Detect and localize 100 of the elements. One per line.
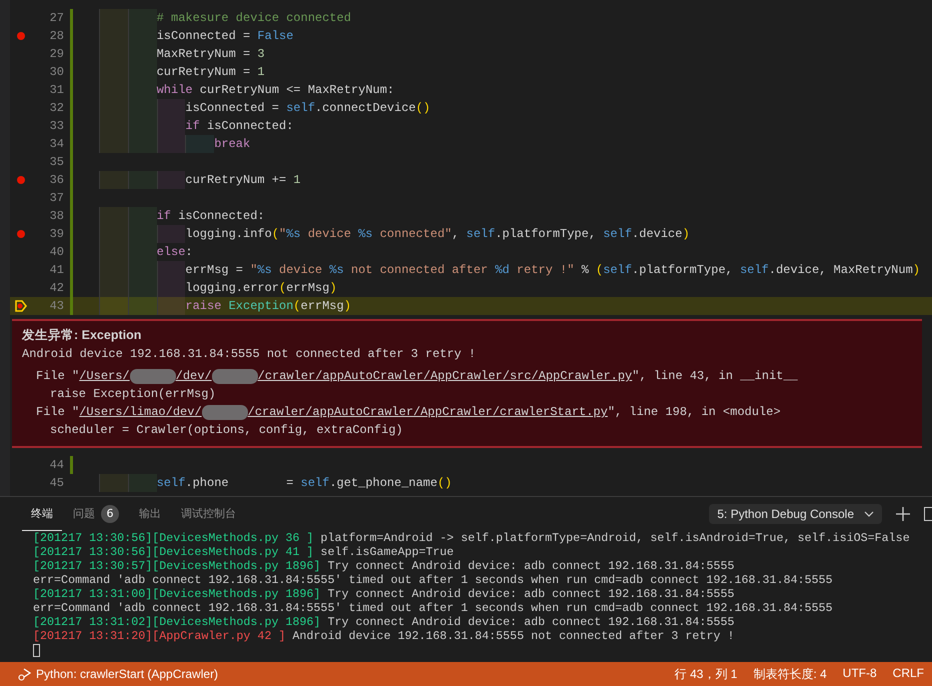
line-number: 41 xyxy=(48,263,64,277)
indent-guide xyxy=(99,135,128,153)
line-number: 33 xyxy=(48,119,64,133)
line-number: 44 xyxy=(48,458,64,472)
line-number: 27 xyxy=(48,11,64,25)
terminal-line: [201217 13:31:20][AppCrawler.py 42 ] Android device 192.168.31.84:5555 not connected after 3 retry ! xyxy=(33,629,736,643)
code-text: self.phone = self.get_phone_name() xyxy=(156,476,452,490)
file-path-link[interactable]: /Users/limao/dev/ xyxy=(79,405,202,419)
exception-message: Android device 192.168.31.84:5555 not connected after 3 retry ! xyxy=(22,347,477,361)
code-text: errMsg = "%s device %s not connected after %d retry !" % (self.platformType, self.device, MaxRetryNum) xyxy=(185,263,920,277)
indent-guide xyxy=(128,279,157,297)
indent-guide xyxy=(99,9,128,27)
terminal-dropdown[interactable]: 5: Python Debug Console xyxy=(709,504,882,524)
line-number: 42 xyxy=(48,281,64,295)
code-text: curRetryNum += 1 xyxy=(185,173,301,187)
terminal-line: [201217 13:31:02][DevicesMethods.py 1896] Try connect Android device: adb connect 192.168.31.84:5555 xyxy=(33,615,736,629)
code-text: # makesure device connected xyxy=(156,11,352,25)
panel-tab[interactable]: 输出 xyxy=(130,497,170,531)
status-item[interactable]: UTF-8 xyxy=(842,666,877,682)
indent-guide xyxy=(128,207,157,225)
line-number: 38 xyxy=(48,209,64,223)
code-text: MaxRetryNum = 3 xyxy=(156,47,265,61)
indent-guide xyxy=(156,99,186,117)
indent-guide xyxy=(128,171,157,189)
redaction-block xyxy=(130,368,176,384)
stack-frame-text: File " xyxy=(36,405,80,419)
line-number: 31 xyxy=(48,83,64,97)
indent-guide xyxy=(156,279,186,297)
stack-frame-text: ", line 198, in <module> xyxy=(608,405,781,419)
terminal-line: err=Command 'adb connect 192.168.31.84:5555' timed out after 1 seconds when run cmd=adb connect 192.168.31.84:5555 xyxy=(33,573,834,587)
code-text: isConnected = self.connectDevice() xyxy=(185,101,430,115)
line-number: 36 xyxy=(48,173,64,187)
line-number: 40 xyxy=(48,245,64,259)
breakpoint-icon[interactable] xyxy=(17,32,25,40)
file-path-link[interactable]: /Users/ xyxy=(79,369,130,383)
breakpoint-icon[interactable] xyxy=(17,176,25,184)
count-badge: 6 xyxy=(101,504,119,522)
chevron-down-icon xyxy=(864,511,874,517)
file-path-link[interactable]: /dev/ xyxy=(176,369,212,383)
panel-tab[interactable]: 终端 xyxy=(22,497,62,531)
stack-frame-code: scheduler = Crawler(options, config, extraConfig) xyxy=(49,422,404,439)
plus-icon[interactable] xyxy=(896,507,910,521)
line-number: 35 xyxy=(48,155,64,169)
indent-guide xyxy=(156,297,186,315)
indent-guide xyxy=(128,9,157,27)
terminal-line: [201217 13:30:57][DevicesMethods.py 1896] Try connect Android device: adb connect 192.168.31.84:5555 xyxy=(33,559,736,573)
code-text: logging.error(errMsg) xyxy=(185,281,337,295)
indent-guide xyxy=(128,297,157,315)
status-item[interactable]: 行 43，列 1 xyxy=(674,666,738,682)
terminal-line: [201217 13:31:00][DevicesMethods.py 1896] Try connect Android device: adb connect 192.168.31.84:5555 xyxy=(33,587,736,601)
stack-frame-text: File " xyxy=(36,369,80,383)
terminal-line: [201217 13:30:56][DevicesMethods.py 41 ] self.isGameApp=True xyxy=(33,545,455,559)
code-text: break xyxy=(214,137,250,151)
indent-guide xyxy=(185,135,214,153)
indent-guide xyxy=(156,135,186,153)
exception-title: 发生异常: Exception xyxy=(22,327,142,344)
indent-guide xyxy=(128,135,157,153)
stack-frame-code: raise Exception(errMsg) xyxy=(49,386,217,403)
status-item[interactable]: CRLF xyxy=(892,666,924,682)
indent-guide xyxy=(99,279,128,297)
debug-icon xyxy=(18,668,32,680)
stack-frame-text: ", line 43, in __init__ xyxy=(632,369,798,383)
line-number: 28 xyxy=(48,29,64,43)
indent-guide xyxy=(156,261,186,279)
indent-guide xyxy=(99,297,128,315)
status-item[interactable]: 制表符长度: 4 xyxy=(753,666,827,682)
code-text: raise Exception(errMsg) xyxy=(185,299,352,313)
code-text: curRetryNum = 1 xyxy=(156,65,265,79)
code-text: else: xyxy=(156,245,193,259)
code-text: if isConnected: xyxy=(156,209,265,223)
code-text: while curRetryNum <= MaxRetryNum: xyxy=(156,83,394,97)
line-number: 29 xyxy=(48,47,64,61)
line-number: 43 xyxy=(48,299,64,313)
line-number: 45 xyxy=(48,476,64,490)
debug-target-label[interactable]: Python: crawlerStart (AppCrawler) xyxy=(36,667,218,681)
line-number: 34 xyxy=(48,137,64,151)
line-number: 32 xyxy=(48,101,64,115)
file-path-link[interactable]: /crawler/appAutoCrawler/AppCrawler/src/AppCrawler.py xyxy=(258,369,632,383)
indent-guide xyxy=(128,474,157,492)
redaction-block xyxy=(202,404,248,420)
file-path-link[interactable]: /crawler/appAutoCrawler/AppCrawler/crawlerStart.py xyxy=(248,405,608,419)
code-text: isConnected = False xyxy=(156,29,294,43)
terminal-line: err=Command 'adb connect 192.168.31.84:5555' timed out after 1 seconds when run cmd=adb connect 192.168.31.84:5555 xyxy=(33,601,834,615)
code-text: logging.info("%s device %s connected", self.platformType, self.device) xyxy=(185,227,690,241)
indent-guide xyxy=(99,207,128,225)
panel-tab[interactable]: 调试控制台 xyxy=(172,497,245,531)
indent-guide xyxy=(156,225,186,243)
code-text: if isConnected: xyxy=(185,119,294,133)
terminal-cursor xyxy=(33,644,40,657)
indent-guide xyxy=(99,474,128,492)
line-number: 30 xyxy=(48,65,64,79)
terminal-line: [201217 13:30:56][DevicesMethods.py 36 ] platform=Android -> self.platformType=Android, self.isAndroid=True, self.isiOS=False xyxy=(33,531,911,545)
redaction-block xyxy=(212,368,258,384)
line-number: 37 xyxy=(48,191,64,205)
indent-guide xyxy=(99,171,128,189)
breakpoint-icon[interactable] xyxy=(17,230,25,238)
indent-guide xyxy=(156,171,186,189)
split-icon[interactable] xyxy=(924,507,932,521)
line-number: 39 xyxy=(48,227,64,241)
panel-tab[interactable]: 问题 6 xyxy=(64,497,128,531)
